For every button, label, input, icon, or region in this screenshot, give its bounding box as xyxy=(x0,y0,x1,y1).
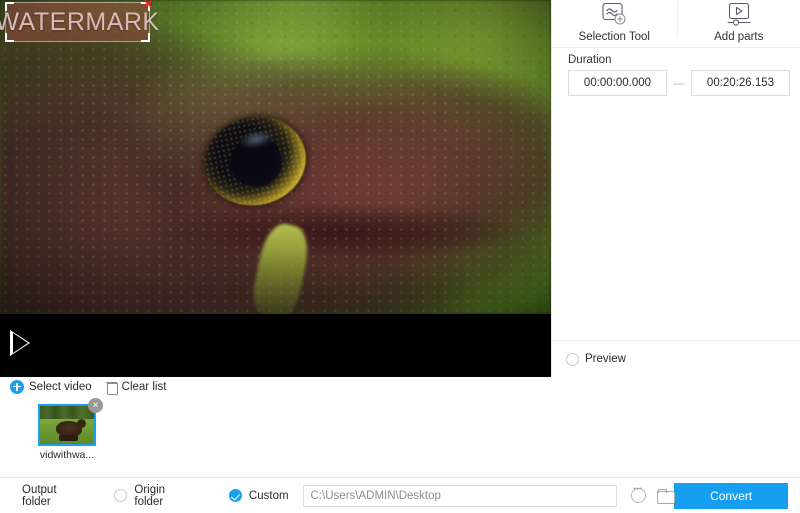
plus-circle-icon xyxy=(10,379,24,394)
clear-list-label: Clear list xyxy=(121,380,167,393)
select-video-button[interactable]: Select video xyxy=(10,379,92,394)
preview-radio[interactable] xyxy=(566,352,579,366)
output-folder-label: Output folder xyxy=(22,483,57,508)
duration-label: Duration xyxy=(568,54,612,66)
video-thumbnail-image[interactable] xyxy=(38,404,96,446)
playback-control-bar: 00:11:09/00:20:26 xyxy=(0,314,551,377)
clear-list-button[interactable]: Clear list xyxy=(105,380,167,395)
duration-start-input[interactable] xyxy=(568,70,667,96)
watermark-handle-bottom-right[interactable] xyxy=(141,33,150,42)
selection-tool-label: Selection Tool xyxy=(578,31,650,43)
thumbnail-bear xyxy=(56,419,86,441)
thumbnail-treeline xyxy=(40,406,94,419)
watermark-handle-bottom-left[interactable] xyxy=(5,33,14,42)
play-button-icon[interactable] xyxy=(10,330,30,356)
preview-row[interactable]: Preview xyxy=(552,340,800,377)
list-item[interactable]: × vidwithwa... xyxy=(38,398,103,461)
add-parts-button[interactable]: Add parts xyxy=(676,0,800,47)
duration-fields: — xyxy=(552,70,800,96)
trash-icon xyxy=(105,381,118,395)
custom-folder-radio[interactable] xyxy=(228,489,242,502)
thumbnail-filename: vidwithwa... xyxy=(39,449,95,461)
list-actions-row: Select video Clear list xyxy=(0,377,551,396)
custom-folder-label: Custom xyxy=(248,489,289,502)
watermark-close-icon[interactable]: × xyxy=(144,0,153,13)
video-frame[interactable]: WATERMARK × xyxy=(0,0,551,314)
duration-separator: — xyxy=(673,76,685,90)
select-video-label: Select video xyxy=(29,380,92,393)
origin-folder-radio[interactable] xyxy=(114,489,128,502)
origin-folder-option[interactable]: Origin folder xyxy=(114,484,197,508)
watermark-selection-box[interactable]: WATERMARK × xyxy=(0,0,159,42)
custom-folder-option[interactable]: Custom xyxy=(228,489,289,502)
remove-item-icon[interactable]: × xyxy=(88,398,103,413)
preview-label: Preview xyxy=(585,353,626,365)
tool-buttons-row: Selection Tool Add parts xyxy=(552,0,800,48)
watermark-handle-top-left[interactable] xyxy=(5,2,14,11)
selection-tool-icon xyxy=(599,3,629,29)
video-vignette xyxy=(0,0,551,314)
output-settings-bar: Output folder Origin folder Custom Conve… xyxy=(0,477,800,513)
right-tool-panel: Selection Tool Add parts Duration — Prev… xyxy=(551,0,800,377)
duration-section: Duration — xyxy=(552,48,800,96)
more-options-icon[interactable] xyxy=(631,486,647,503)
convert-button[interactable]: Convert xyxy=(674,482,788,509)
video-preview-pane: WATERMARK × 00:11:09/00:20:26 xyxy=(0,0,551,377)
add-parts-icon xyxy=(725,3,753,29)
watermark-text: WATERMARK xyxy=(0,7,160,36)
video-thumbnail-strip: × vidwithwa... xyxy=(0,396,551,476)
output-path-input[interactable] xyxy=(302,484,618,507)
add-parts-label: Add parts xyxy=(714,31,764,43)
duration-end-input[interactable] xyxy=(691,70,790,96)
selection-tool-button[interactable]: Selection Tool xyxy=(552,0,677,47)
folder-browse-icon[interactable] xyxy=(657,488,676,504)
origin-folder-label: Origin folder xyxy=(134,483,166,508)
